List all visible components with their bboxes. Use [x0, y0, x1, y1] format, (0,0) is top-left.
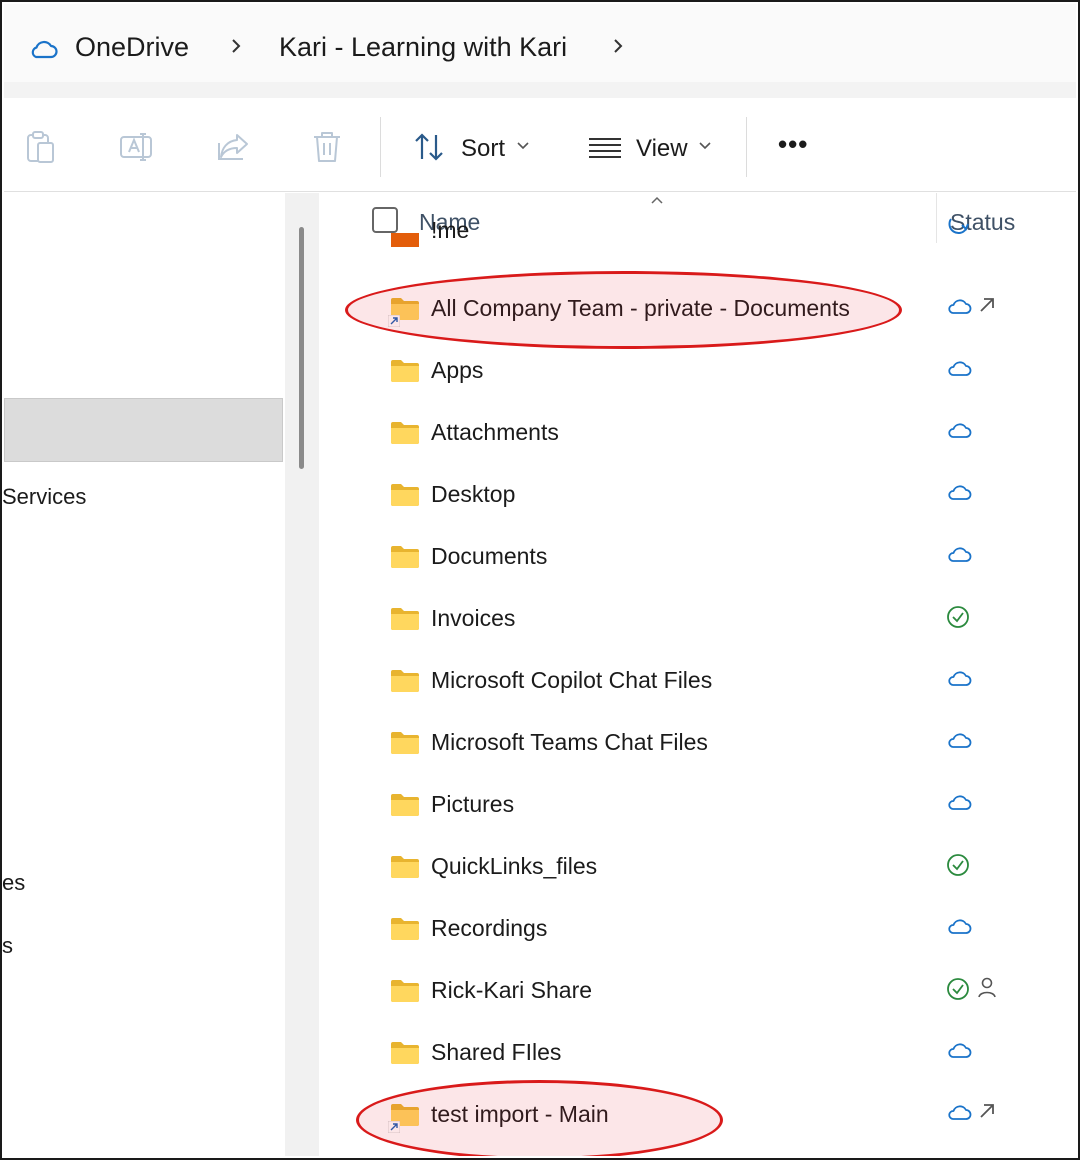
- onedrive-cloud-icon: [31, 40, 58, 59]
- folder-icon: [390, 731, 420, 755]
- view-button[interactable]: View: [636, 135, 688, 163]
- folder-icon: [390, 483, 420, 507]
- nav-scrollbar-thumb[interactable]: [299, 227, 304, 469]
- file-row[interactable]: QuickLinks_files: [320, 839, 1076, 901]
- chevron-right-icon[interactable]: [610, 38, 626, 54]
- command-bar: Sort View •••: [4, 99, 1076, 192]
- chevron-right-icon[interactable]: [228, 38, 244, 54]
- folder-icon: [390, 225, 420, 249]
- paste-icon[interactable]: [22, 129, 58, 165]
- file-name: Apps: [431, 357, 484, 383]
- cloud-icon: [946, 543, 972, 565]
- cloud-icon: [946, 1039, 972, 1061]
- folder-icon: [390, 421, 420, 445]
- command-divider: [746, 117, 747, 177]
- nav-item-services[interactable]: Services: [2, 484, 86, 510]
- share-icon[interactable]: [215, 129, 251, 165]
- file-row[interactable]: Microsoft Teams Chat Files: [320, 715, 1076, 777]
- folder-icon: [390, 1041, 420, 1065]
- file-name: Recordings: [431, 915, 548, 941]
- delete-icon[interactable]: [309, 129, 345, 165]
- sort-button[interactable]: Sort: [461, 135, 505, 163]
- navigation-pane: Services es s: [2, 193, 319, 1156]
- breadcrumb-current-folder[interactable]: Kari - Learning with Kari: [279, 32, 567, 63]
- file-explorer-window: OneDrive Kari - Learning with Kari Sort …: [0, 0, 1080, 1160]
- file-name: Invoices: [431, 605, 516, 631]
- address-bar[interactable]: OneDrive Kari - Learning with Kari: [4, 4, 1076, 98]
- folder-icon: [390, 917, 420, 941]
- file-name: Attachments: [431, 419, 559, 445]
- file-name: Documents: [431, 543, 548, 569]
- nav-item-partial[interactable]: s: [2, 933, 13, 959]
- sort-icon[interactable]: [412, 129, 448, 165]
- file-name: Shared FIles: [431, 1039, 562, 1065]
- available-check-icon: [946, 605, 972, 628]
- cloud-icon: [946, 1101, 972, 1123]
- view-icon[interactable]: [586, 129, 624, 165]
- folder-icon: [390, 607, 420, 631]
- command-divider: [380, 117, 381, 177]
- shared-person-icon: [976, 976, 998, 998]
- file-name: Desktop: [431, 481, 516, 507]
- shortcut-arrow-icon: [976, 294, 998, 316]
- file-list: Name Status !me All Company Team - privat…: [320, 193, 1076, 1156]
- rename-icon[interactable]: [118, 129, 154, 165]
- cloud-icon: [946, 915, 972, 937]
- sort-ascending-caret-icon: [651, 196, 663, 204]
- file-name: Microsoft Teams Chat Files: [431, 729, 708, 755]
- cloud-icon: [946, 729, 972, 751]
- file-name: Microsoft Copilot Chat Files: [431, 667, 713, 693]
- file-row[interactable]: Documents: [320, 529, 1076, 591]
- highlight-ellipse: [345, 271, 902, 349]
- folder-icon: [390, 545, 420, 569]
- file-row[interactable]: Desktop: [320, 467, 1076, 529]
- file-name: QuickLinks_files: [431, 853, 598, 879]
- file-row[interactable]: Recordings: [320, 901, 1076, 963]
- cloud-icon: [946, 481, 972, 503]
- file-name: Pictures: [431, 791, 515, 817]
- nav-item-partial[interactable]: es: [2, 870, 25, 896]
- file-row[interactable]: Rick-Kari Share: [320, 963, 1076, 1025]
- available-check-icon: [946, 853, 972, 876]
- nav-selected-item[interactable]: [4, 398, 283, 462]
- file-row[interactable]: Apps: [320, 343, 1076, 405]
- cloud-icon: [946, 357, 972, 379]
- folder-icon: [390, 979, 420, 1003]
- file-row[interactable]: Microsoft Copilot Chat Files: [320, 653, 1076, 715]
- chevron-down-icon[interactable]: [516, 141, 530, 151]
- file-name: Rick-Kari Share: [431, 977, 593, 1003]
- address-bar-strip: [4, 82, 1076, 98]
- breadcrumb-onedrive[interactable]: OneDrive: [75, 32, 189, 63]
- folder-icon: [390, 793, 420, 817]
- file-row[interactable]: Attachments: [320, 405, 1076, 467]
- more-options-button[interactable]: •••: [778, 129, 808, 160]
- cloud-icon: [946, 667, 972, 689]
- file-name: !me: [431, 217, 470, 243]
- folder-icon: [390, 669, 420, 693]
- file-row[interactable]: Invoices: [320, 591, 1076, 653]
- file-row[interactable]: Pictures: [320, 777, 1076, 839]
- cloud-icon: [946, 791, 972, 813]
- cloud-icon: [946, 295, 972, 317]
- shortcut-arrow-icon: [976, 1100, 998, 1122]
- chevron-down-icon[interactable]: [698, 141, 712, 151]
- folder-icon: [390, 855, 420, 879]
- highlight-ellipse: [356, 1080, 723, 1156]
- sync-icon: [946, 215, 972, 237]
- folder-icon: [390, 359, 420, 383]
- cloud-icon: [946, 419, 972, 441]
- available-check-icon: [946, 977, 972, 1000]
- file-row[interactable]: Shared FIles: [320, 1025, 1076, 1087]
